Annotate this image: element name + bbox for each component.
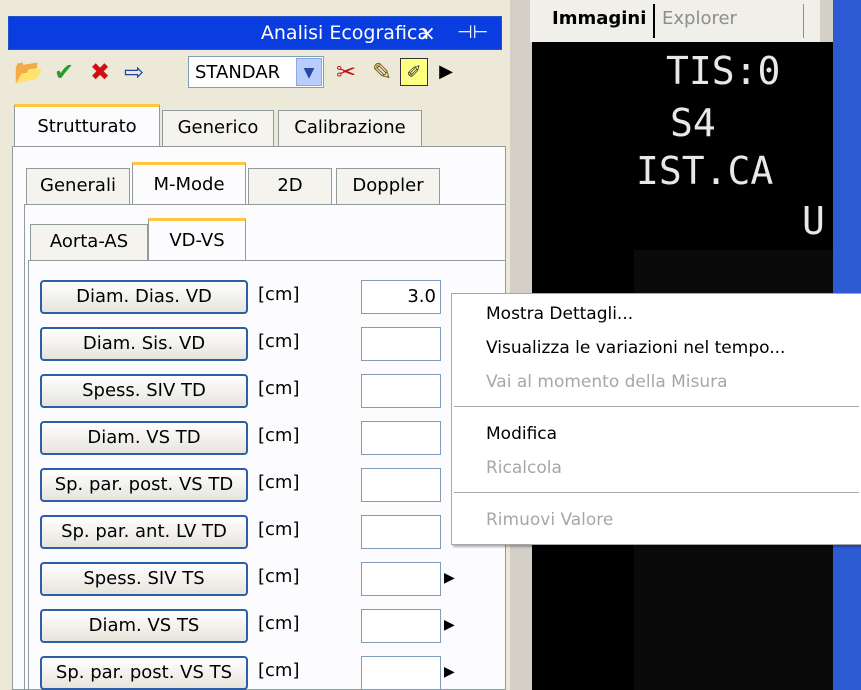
value-field[interactable] [361, 656, 441, 690]
overlay-text-4: U [802, 199, 825, 243]
pin-icon[interactable]: ⊣⊢ [457, 17, 488, 49]
value-field[interactable] [361, 374, 441, 408]
tab-explorer[interactable]: Explorer [662, 8, 737, 29]
unit-label: [cm] [258, 378, 300, 399]
menu-item-rimuovi-valore[interactable]: Rimuovi Valore [486, 510, 613, 530]
unit-label: [cm] [258, 660, 300, 681]
unit-label: [cm] [258, 613, 300, 634]
menu-item-ricalcola[interactable]: Ricalcola [486, 458, 562, 478]
close-icon[interactable]: × [419, 17, 436, 49]
menu-separator [454, 492, 859, 493]
tab-m-mode[interactable]: M-Mode [132, 162, 246, 204]
value-field[interactable] [361, 421, 441, 455]
overlay-text-3: IST.CA [636, 149, 774, 193]
measure-button[interactable]: Diam. VS TD [40, 421, 248, 455]
unit-label: [cm] [258, 519, 300, 540]
measure-button[interactable]: Diam. VS TS [40, 609, 248, 643]
analysis-panel: Analisi Ecografica × ⊣⊢ 📂 ✔ ✖ ⇨ STANDAR … [0, 0, 510, 690]
value-field[interactable] [361, 468, 441, 502]
overlay-text-1: TIS:0 [666, 49, 781, 93]
expand-arrow-icon[interactable]: ▶ [444, 617, 455, 633]
unit-label: [cm] [258, 331, 300, 352]
measure-button[interactable]: Spess. SIV TD [40, 374, 248, 408]
export-icon[interactable]: ⇨ [120, 58, 148, 86]
tab-aorta-as[interactable]: Aorta-AS [30, 224, 148, 260]
measure-button[interactable]: Sp. par. ant. LV TD [40, 515, 248, 549]
open-folder-icon[interactable]: 📂 [14, 58, 44, 86]
value-field[interactable] [361, 327, 441, 361]
tab-divider [653, 4, 655, 38]
tab-calibrazione[interactable]: Calibrazione [278, 110, 422, 146]
preset-select-value: STANDAR [195, 62, 281, 83]
tab-2d[interactable]: 2D [248, 168, 332, 204]
confirm-document-icon[interactable]: ✔ [50, 58, 78, 86]
overlay-text-2: S4 [670, 101, 716, 145]
toolbar: 📂 ✔ ✖ ⇨ STANDAR ▼ ✂ ✎ ✐ ▶ [8, 50, 508, 96]
panel-titlebar: Analisi Ecografica × ⊣⊢ [8, 16, 502, 50]
unit-label: [cm] [258, 284, 300, 305]
measure-button[interactable]: Spess. SIV TS [40, 562, 248, 596]
measure-button[interactable]: Diam. Dias. VD [40, 280, 248, 314]
menu-separator [454, 406, 859, 407]
expand-arrow-icon[interactable]: ▶ [444, 570, 455, 586]
context-menu: Mostra Dettagli... Visualizza le variazi… [451, 293, 861, 545]
measure-button[interactable]: Sp. par. post. VS TS [40, 656, 248, 690]
menu-item-vai-al-momento[interactable]: Vai al momento della Misura [486, 372, 728, 392]
clear-measure-icon[interactable]: ✂ [332, 58, 360, 86]
value-field[interactable]: 3.0 [361, 280, 441, 314]
value-field[interactable] [361, 515, 441, 549]
menu-item-modifica[interactable]: Modifica [486, 424, 557, 444]
tab-generico[interactable]: Generico [162, 110, 274, 146]
tab-doppler[interactable]: Doppler [336, 168, 440, 204]
tab-divider [803, 4, 804, 38]
edit-icon[interactable]: ✐ [400, 58, 428, 86]
unit-label: [cm] [258, 425, 300, 446]
tab-immagini[interactable]: Immagini [552, 8, 646, 29]
unit-label: [cm] [258, 566, 300, 587]
menu-item-visualizza-variazioni[interactable]: Visualizza le variazioni nel tempo... [486, 338, 785, 358]
tools-icon[interactable]: ✎ [368, 58, 396, 86]
value-field[interactable] [361, 562, 441, 596]
menu-item-mostra-dettagli[interactable]: Mostra Dettagli... [486, 304, 633, 324]
expand-arrow-icon[interactable]: ▶ [444, 664, 455, 680]
measure-button[interactable]: Diam. Sis. VD [40, 327, 248, 361]
delete-document-icon[interactable]: ✖ [86, 58, 114, 86]
measure-button[interactable]: Sp. par. post. VS TD [40, 468, 248, 502]
value-field[interactable] [361, 609, 441, 643]
unit-label: [cm] [258, 472, 300, 493]
tab-strutturato[interactable]: Strutturato [14, 104, 160, 146]
tab-generali[interactable]: Generali [26, 168, 130, 204]
tab-vd-vs[interactable]: VD-VS [148, 218, 246, 260]
panel-title: Analisi Ecografica [260, 22, 429, 44]
chevron-down-icon[interactable]: ▼ [296, 58, 322, 86]
preset-select[interactable]: STANDAR ▼ [188, 56, 324, 88]
more-arrow-icon[interactable]: ▶ [432, 58, 460, 86]
